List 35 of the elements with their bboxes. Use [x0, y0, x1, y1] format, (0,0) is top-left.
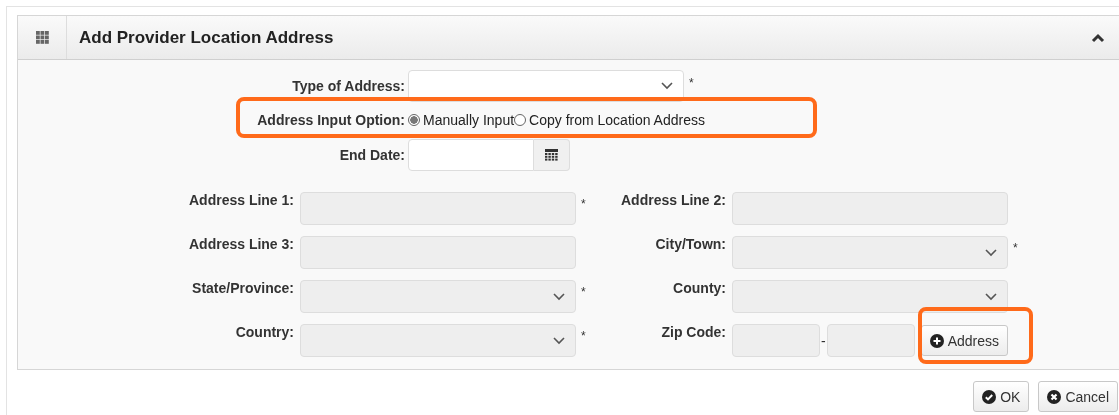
required-asterisk: *	[580, 285, 587, 299]
required-asterisk: *	[688, 75, 695, 90]
field-label: Address Input Option:	[256, 112, 405, 128]
chevron-down-icon	[985, 292, 997, 301]
calendar-button[interactable]	[534, 138, 570, 171]
plus-circle-icon	[929, 333, 944, 348]
radio-option[interactable]: Copy from Location Address	[514, 112, 705, 128]
cancel-button[interactable]: Cancel	[1038, 381, 1118, 412]
field-label: Country:	[234, 324, 295, 342]
field-label: Address Line 1:	[187, 192, 295, 210]
check-circle-icon	[982, 389, 997, 404]
chevron-down-icon	[985, 248, 997, 257]
chevron-down-icon	[553, 336, 565, 345]
field-label: State/Province:	[191, 280, 295, 298]
cancel-circle-icon	[1047, 389, 1062, 404]
field-label: Address Line 2:	[619, 192, 727, 210]
field-label: Type of Address:	[291, 77, 405, 94]
calendar-icon	[545, 148, 558, 161]
grid-icon	[35, 31, 49, 44]
zip-separator: -	[820, 332, 827, 349]
field-label: City/Town:	[654, 236, 727, 254]
field-label: County:	[672, 280, 727, 298]
field-label: End Date:	[338, 146, 405, 163]
panel-title: Add Provider Location Address	[78, 27, 335, 48]
required-asterisk: *	[580, 329, 587, 343]
chevron-down-icon	[661, 81, 673, 90]
required-asterisk: *	[580, 197, 587, 211]
field-label: Address Line 3:	[187, 236, 295, 254]
radio-option[interactable]: Manually Input	[408, 112, 515, 128]
chevron-down-icon	[553, 292, 565, 301]
field-label: Zip Code:	[660, 324, 727, 342]
collapse-button[interactable]	[1091, 32, 1105, 43]
date-field[interactable]	[408, 138, 534, 171]
required-asterisk: *	[1012, 241, 1019, 255]
ok-button[interactable]: OK	[973, 381, 1030, 412]
